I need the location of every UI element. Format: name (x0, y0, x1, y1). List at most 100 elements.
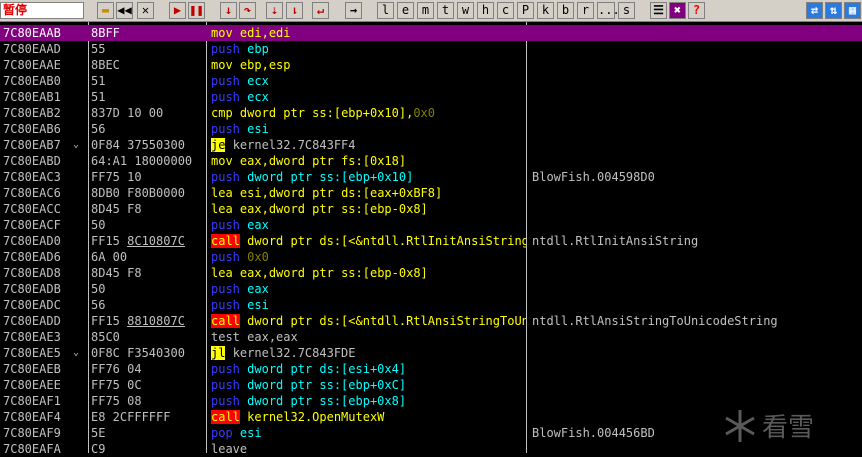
settings-icon[interactable]: ▦ (844, 2, 861, 19)
operands: dword ptr ds:[<&ntdll.RtlAnsiStringToUni… (247, 314, 526, 328)
operands: kernel32.OpenMutexW (247, 410, 385, 424)
step-over-icon[interactable]: ↷ (239, 2, 256, 19)
disassembly: push dword ptr ss:[ebp+0x10] (211, 169, 526, 185)
disasm-row[interactable]: 7C80EADD FF15 8810807C call dword ptr ds:[… (0, 313, 862, 329)
address: 7C80EABD (3, 154, 61, 168)
trace-over-icon[interactable]: ⇂ (286, 2, 303, 19)
disassembly: je kernel32.7C843FF4 (211, 137, 526, 153)
disassembly: mov edi,edi (211, 25, 526, 41)
disasm-row[interactable]: 7C80EAEE FF75 0C push dword ptr ss:[ebp+0x… (0, 377, 862, 393)
mnemonic: pop (211, 426, 233, 440)
operands: ebp,esp (239, 58, 291, 72)
disasm-row[interactable]: 7C80EADB 50 push eax (0, 281, 862, 297)
plugin-icon[interactable]: ✖ (669, 2, 686, 19)
status-indicator: 暂停 (0, 2, 84, 19)
address: 7C80EACF (3, 218, 61, 232)
disasm-row[interactable]: 7C80EAB6 56 push esi (0, 121, 862, 137)
mnemonic: push (211, 74, 240, 88)
disasm-row[interactable]: 7C80EAC6 8DB0 F80B0000 lea esi,dword ptr d… (0, 185, 862, 201)
operands: eax,dword ptr fs:[0x18] (239, 154, 407, 168)
disassembly: jl kernel32.7C843FDE (211, 345, 526, 361)
pause-icon[interactable]: ❚❚ (188, 2, 205, 19)
disasm-row[interactable]: 7C80EACF 50 push eax (0, 217, 862, 233)
mnemonic: lea (211, 266, 233, 280)
operands: eax (247, 282, 269, 296)
window-references-button[interactable]: r (577, 2, 594, 19)
hex-bytes: 50 (91, 282, 106, 296)
disasm-row[interactable]: 7C80EAD0 FF15 8C10807C call dword ptr ds:[… (0, 233, 862, 249)
window-breakpoints-button[interactable]: b (557, 2, 574, 19)
disasm-row[interactable]: 7C80EACC 8D45 F8 lea eax,dword ptr ss:[ebp… (0, 201, 862, 217)
window-windows-button[interactable]: w (457, 2, 474, 19)
window-runtrace-button[interactable]: ... (597, 2, 620, 19)
window-log-button[interactable]: l (377, 2, 394, 19)
disasm-row[interactable]: 7C80EAD6 6A 00 push 0x0 (0, 249, 862, 265)
disasm-row[interactable]: 7C80EAB0 51 push ecx (0, 73, 862, 89)
restart-icon[interactable]: ◀◀ (116, 2, 133, 19)
run-icon[interactable]: ▶ (169, 2, 186, 19)
go-to-icon[interactable]: → (345, 2, 362, 19)
refresh-icon[interactable]: ⇄ (806, 2, 823, 19)
disasm-row[interactable]: 7C80EAC3 FF75 10 push dword ptr ss:[ebp+0x… (0, 169, 862, 185)
address: 7C80EAC6 (3, 186, 61, 200)
hex-bytes: 8BEC (91, 58, 120, 72)
address: 7C80EAAD (3, 42, 61, 56)
address: 7C80EAD6 (3, 250, 61, 264)
window-patches-button[interactable]: P (517, 2, 534, 19)
disassembly: push dword ptr ds:[esi+0x4] (211, 361, 526, 377)
hex-bytes: 0F84 37550300 (91, 138, 185, 152)
trace-into-icon[interactable]: ⇣ (266, 2, 283, 19)
disasm-row[interactable]: 7C80EAAD 55 push ebp (0, 41, 862, 57)
disasm-row[interactable]: 7C80EAB2 837D 10 00 cmp dword ptr ss:[ebp+… (0, 105, 862, 121)
address: 7C80EAB1 (3, 90, 61, 104)
disasm-row[interactable]: 7C80EAAE 8BEC mov ebp,esp (0, 57, 862, 73)
operands: eax,eax (247, 330, 298, 344)
hex-bytes: 8DB0 F80B0000 (91, 186, 185, 200)
address: 7C80EAD8 (3, 266, 61, 280)
window-handles-button[interactable]: h (477, 2, 494, 19)
disassembly-pane[interactable]: 7C80EAAB 8BFF mov edi,edi 7C80EAAD 55 push eb… (0, 22, 862, 456)
disasm-row[interactable]: 7C80EAAB 8BFF mov edi,edi (0, 25, 862, 41)
mnemonic: mov (211, 26, 233, 40)
list-icon[interactable]: ☰ (650, 2, 667, 19)
step-into-icon[interactable]: ↓ (220, 2, 237, 19)
hex-bytes: 837D 10 00 (91, 106, 164, 120)
window-cpu-button[interactable]: c (497, 2, 514, 19)
mnemonic: push (211, 42, 240, 56)
execute-till-return-icon[interactable]: ↵ (312, 2, 329, 19)
window-callstack-button[interactable]: k (537, 2, 554, 19)
operands: esi (247, 298, 269, 312)
mnemonic: push (211, 122, 240, 136)
disasm-row[interactable]: 7C80EAE5 ⌄ 0F8C F3540300 jl kernel32.7C843F… (0, 345, 862, 361)
hex-bytes: 51 (91, 90, 106, 104)
operands: ecx (247, 90, 269, 104)
open-file-icon[interactable]: ▬ (97, 2, 114, 19)
window-threads-button[interactable]: t (437, 2, 454, 19)
help-icon[interactable]: ? (688, 2, 705, 19)
window-modules-button[interactable]: e (397, 2, 414, 19)
mnemonic: test (211, 330, 240, 344)
disasm-row[interactable]: 7C80EAEB FF76 04 push dword ptr ds:[esi+0x… (0, 361, 862, 377)
disassembly: leave (211, 441, 526, 457)
hex-bytes: FF15 8810807C (91, 314, 185, 328)
operands: eax (247, 218, 269, 232)
sync-icon[interactable]: ⇅ (825, 2, 842, 19)
mnemonic: push (211, 282, 240, 296)
mnemonic: push (211, 378, 240, 392)
disasm-row[interactable]: 7C80EAE3 85C0 test eax,eax (0, 329, 862, 345)
hex-bytes: C9 (91, 442, 106, 456)
disassembly: lea eax,dword ptr ss:[ebp-0x8] (211, 265, 526, 281)
mnemonic: push (211, 362, 240, 376)
window-source-button[interactable]: s (618, 2, 635, 19)
close-icon[interactable]: ✕ (137, 2, 154, 19)
comment: ntdll.RtlInitAnsiString (532, 234, 699, 248)
address: 7C80EAB7 (3, 138, 61, 152)
disasm-row[interactable]: 7C80EAB1 51 push ecx (0, 89, 862, 105)
disasm-row[interactable]: 7C80EAB7 ⌄ 0F84 37550300 je kernel32.7C843F… (0, 137, 862, 153)
disasm-row[interactable]: 7C80EADC 56 push esi (0, 297, 862, 313)
disasm-row[interactable]: 7C80EABD 64:A1 18000000 mov eax,dword ptr … (0, 153, 862, 169)
disassembly: push esi (211, 121, 526, 137)
address: 7C80EAB0 (3, 74, 61, 88)
window-memory-button[interactable]: m (417, 2, 434, 19)
disasm-row[interactable]: 7C80EAD8 8D45 F8 lea eax,dword ptr ss:[ebp… (0, 265, 862, 281)
